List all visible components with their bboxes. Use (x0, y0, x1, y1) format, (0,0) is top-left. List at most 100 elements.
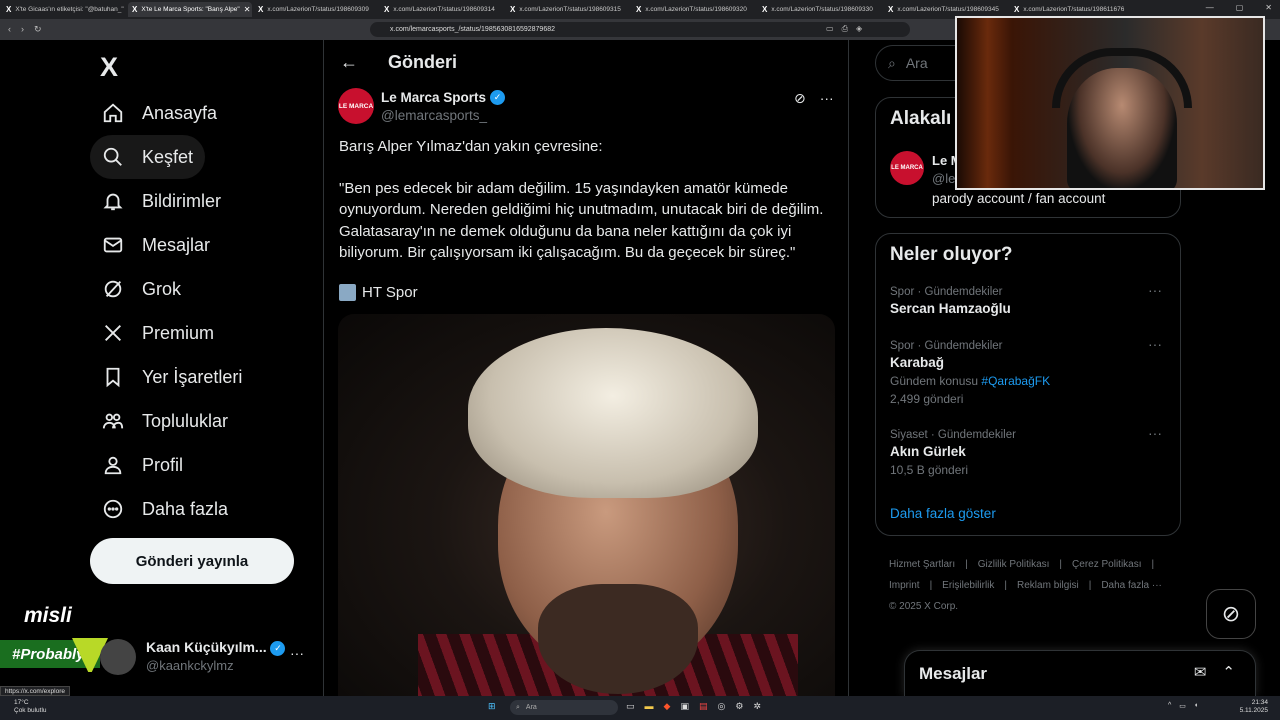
footer-link[interactable]: Reklam bilgisi (1017, 580, 1079, 591)
trend-more-icon[interactable]: ··· (1148, 282, 1162, 298)
grok-explain-icon[interactable]: ⊘ (794, 90, 806, 107)
x-favicon-icon: X (762, 5, 768, 14)
more-dots-icon[interactable]: ··· (290, 645, 304, 661)
sidebar-item-search[interactable]: Keşfet (90, 135, 206, 179)
taskbar-search[interactable]: ⌕ Ara (510, 700, 618, 715)
close-tab-icon[interactable]: ✕ (244, 5, 251, 14)
post-avatar[interactable]: LE MARCA (338, 88, 374, 124)
folder-icon[interactable]: ▬ (645, 701, 654, 712)
browser-tab[interactable]: Xx.com/LazerionT/status/198609309 (254, 2, 378, 17)
maximize-icon[interactable]: ▢ (1236, 3, 1244, 12)
share-icon[interactable]: ⎙ (842, 24, 848, 34)
xbox-icon[interactable]: ◎ (717, 701, 725, 712)
sidebar-item-label: Mesajlar (142, 234, 211, 255)
x-premium-icon (105, 325, 121, 341)
sidebar-item-home[interactable]: Anasayfa (90, 91, 229, 135)
close-window-icon[interactable]: ✕ (1265, 3, 1272, 12)
related-avatar[interactable]: LE MARCA (890, 151, 924, 185)
mail-icon (103, 237, 123, 253)
volume-icon[interactable]: ◖ (1194, 702, 1198, 710)
trend-topic: Gündem konusu #QarabağFK (890, 374, 1051, 388)
new-message-icon[interactable]: ✉ (1194, 663, 1207, 681)
trend-item[interactable]: Siyaset · Gündemdekiler Akın Gürlek 10,5 B… (890, 425, 1170, 477)
trend-hashtag[interactable]: #QarabağFK (981, 374, 1050, 388)
steam-icon[interactable]: ⚙ (735, 701, 743, 712)
sidebar-item-bell[interactable]: Bildirimler (90, 179, 233, 223)
messages-drawer[interactable]: Mesajlar ✉ ⌃ (904, 650, 1256, 696)
trend-category: Siyaset · Gündemdekiler (890, 429, 1016, 441)
x-logo-icon[interactable]: X (100, 52, 118, 83)
chevron-up-icon[interactable]: ^ (1168, 702, 1171, 710)
footer-link[interactable]: Imprint (889, 580, 920, 591)
show-more-link[interactable]: Daha fazla göster (890, 506, 996, 521)
messages-title: Mesajlar (919, 664, 988, 683)
settings-icon[interactable]: ✲ (753, 701, 761, 712)
webcam-overlay (955, 16, 1265, 190)
trend-more-icon[interactable]: ··· (1148, 336, 1162, 352)
post-button[interactable]: Gönderi yayınla (90, 538, 294, 584)
sidebar-item-label: Yer İşaretleri (142, 366, 243, 387)
sidebar-item-bookmark[interactable]: Yer İşaretleri (90, 355, 254, 399)
app-icon[interactable]: ▣ (680, 701, 689, 712)
trend-more-icon[interactable]: ··· (1148, 425, 1162, 441)
forward-nav-icon[interactable]: › (21, 24, 24, 35)
footer-link[interactable]: Erişilebilirlik (942, 580, 994, 591)
trend-item[interactable]: Spor · Gündemdekiler Sercan Hamzaoğlu ··· (890, 282, 1170, 316)
post-text: Barış Alper Yılmaz'dan yakın çevresine: … (339, 136, 834, 284)
browser-tab[interactable]: Xx.com/LazerionT/status/198609315 (506, 2, 630, 17)
tab-title: x.com/LazerionT/status/198609315 (519, 6, 621, 13)
back-arrow-icon[interactable]: ← (340, 52, 358, 73)
post-author-name: Le Marca Sports (381, 90, 487, 105)
tab-title: X'te Le Marca Sports: "Barış Alpe" (141, 6, 240, 13)
post-image[interactable] (338, 314, 835, 696)
tab-title: x.com/LazerionT/status/198609320 (645, 6, 747, 13)
sidebar-item-x-premium[interactable]: Premium (90, 311, 226, 355)
tab-title: x.com/LazerionT/status/198609345 (897, 6, 999, 13)
footer-link[interactable]: Gizlilik Politikası (978, 559, 1050, 570)
browser-tab[interactable]: Xx.com/LazerionT/status/198609314 (380, 2, 504, 17)
windows-start-icon[interactable]: ⊞ (488, 701, 496, 712)
brave-icon[interactable]: ◆ (664, 701, 671, 712)
sidebar-item-label: Anasayfa (142, 102, 218, 123)
browser-tab[interactable]: Xx.com/LazerionT/status/198609345 (884, 2, 1008, 17)
footer-links: Hizmet Şartları | Gizlilik Politikası | Çere… (889, 554, 1179, 617)
more-circle-icon (103, 499, 123, 519)
browser-tab[interactable]: X X'te Gicaas'ın etiketçisi: "@batuhan_" (2, 2, 126, 17)
sidebar-item-label: Daha fazla (142, 498, 229, 519)
minimize-icon[interactable]: — (1206, 3, 1214, 12)
post-paragraph-1: Barış Alper Yılmaz'dan yakın çevresine: (339, 138, 603, 155)
network-icon[interactable]: ▭ (1179, 702, 1186, 710)
reload-icon[interactable]: ↻ (34, 24, 42, 35)
brave-shield-icon[interactable]: ◈ (856, 24, 862, 34)
sidebar-item-grok[interactable]: Grok (90, 267, 193, 311)
browser-tab[interactable]: Xx.com/LazerionT/status/198609320 (632, 2, 756, 17)
post-more-icon[interactable]: ··· (820, 90, 834, 107)
tab-title: x.com/LazerionT/status/198609330 (771, 6, 873, 13)
clock[interactable]: 21:34 5.11.2025 (1240, 699, 1268, 715)
weather-widget[interactable]: 17°C Çok bulutlu (14, 699, 47, 715)
sidebar-item-mail[interactable]: Mesajlar (90, 223, 222, 267)
footer-link[interactable]: Daha fazla ··· (1101, 580, 1162, 591)
browser-tab[interactable]: Xx.com/LazerionT/status/198611676 (1010, 2, 1134, 17)
browser-tab[interactable]: Xx.com/LazerionT/status/198609330 (758, 2, 882, 17)
footer-link[interactable]: Hizmet Şartları (889, 559, 955, 570)
back-nav-icon[interactable]: ‹ (8, 24, 11, 35)
grok-fab-icon[interactable]: ⊘ (1206, 589, 1256, 639)
newspaper-icon (339, 284, 356, 301)
trend-item[interactable]: Spor · Gündemdekiler Karabağ Gündem konusu… (890, 336, 1170, 406)
task-view-icon[interactable]: ▭ (626, 701, 635, 712)
app-icon[interactable]: ▤ (699, 701, 708, 712)
sidebar-item-communities[interactable]: Topluluklar (90, 399, 240, 443)
install-icon[interactable]: ▭ (826, 24, 834, 34)
x-favicon-icon: X (258, 5, 264, 14)
account-switcher[interactable]: Kaan Küçükyılm... ✓ @kaankckylmz ··· (100, 635, 320, 679)
post-handle[interactable]: @lemarcasports_ (381, 108, 487, 123)
system-tray[interactable]: ^ ▭ ◖ (1168, 702, 1198, 710)
clock-date: 5.11.2025 (1239, 707, 1268, 714)
sidebar-item-profile[interactable]: Profil (90, 443, 195, 487)
post-author[interactable]: Le Marca Sports ✓ (381, 90, 506, 105)
footer-link[interactable]: Çerez Politikası (1072, 559, 1141, 570)
sidebar-item-more-circle[interactable]: Daha fazla (90, 487, 240, 531)
expand-chevron-icon[interactable]: ⌃ (1222, 663, 1235, 681)
browser-tab[interactable]: X X'te Le Marca Sports: "Barış Alpe" ✕ (128, 2, 252, 17)
